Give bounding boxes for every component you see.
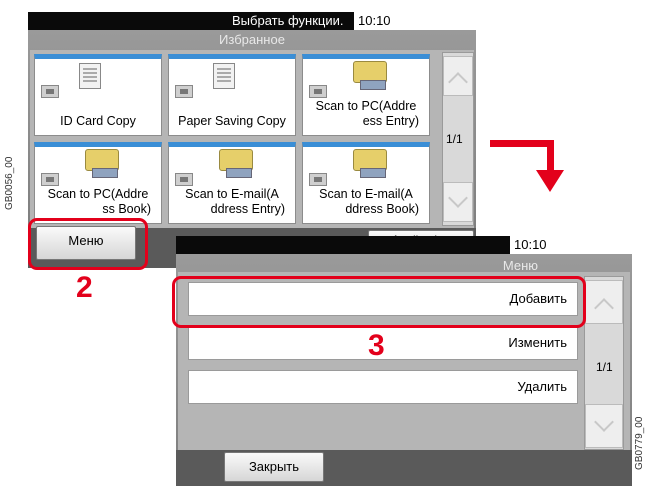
tile-scan-to-email-address-book[interactable]: Scan to E-mail(A ddress Book) (302, 142, 430, 224)
chevron-up-icon (448, 72, 468, 92)
tile-label: Scan to PC(Addre ss Book) (47, 187, 151, 216)
menu-item-delete[interactable]: Удалить (188, 370, 578, 404)
tile-label: Scan to E-mail(A ddress Book) (319, 187, 419, 216)
scan-to-email-icon (219, 149, 253, 178)
highlight-box-menu (28, 218, 148, 270)
tile-label: Scan to E-mail(A ddress Entry) (185, 187, 285, 216)
tile-label: ID Card Copy (60, 114, 136, 128)
arrow-shaft (547, 140, 554, 172)
tile-label: Scan to PC(Addre ess Entry) (315, 99, 419, 128)
document-icon (79, 63, 101, 89)
highlight-box-add (172, 276, 586, 328)
tile-scan-to-pc-address-book[interactable]: Scan to PC(Addre ss Book) (34, 142, 162, 224)
arrow-right-down-icon (490, 140, 554, 147)
tile-id-card-copy[interactable]: ID Card Copy (34, 54, 162, 136)
scan-to-email-icon (353, 149, 387, 178)
scroll-up-button[interactable] (585, 280, 623, 324)
step-number: 3 (368, 329, 385, 362)
clock: 10:10 (514, 237, 547, 252)
tile-paper-saving-copy[interactable]: Paper Saving Copy (168, 54, 296, 136)
chevron-down-icon (448, 188, 468, 208)
panel-title: Меню (502, 258, 538, 273)
panel-title: Избранное (219, 32, 285, 47)
chevron-up-icon (594, 298, 614, 318)
arrow-head (536, 170, 564, 192)
page-indicator: 1/1 (446, 132, 463, 146)
tile-scan-to-pc-address-entry[interactable]: Scan to PC(Addre ess Entry) (302, 54, 430, 136)
status-message: Выбрать функции. (232, 13, 344, 28)
copier-icon (175, 85, 193, 98)
scanner-icon (41, 173, 59, 186)
scan-to-pc-icon (85, 149, 119, 178)
scan-to-pc-icon (353, 61, 387, 90)
scanner-icon (309, 85, 327, 98)
image-id: GB0779_00 (634, 416, 645, 470)
scroll-up-button[interactable] (443, 56, 473, 96)
tile-label: Paper Saving Copy (178, 114, 286, 128)
scanner-icon (175, 173, 193, 186)
scanner-icon (309, 173, 327, 186)
copier-icon (41, 85, 59, 98)
scroll-down-button[interactable] (585, 404, 623, 448)
document-icon (213, 63, 235, 89)
tile-scan-to-email-address-entry[interactable]: Scan to E-mail(A ddress Entry) (168, 142, 296, 224)
page-indicator: 1/1 (596, 360, 613, 374)
close-button[interactable]: Закрыть (224, 452, 324, 482)
chevron-down-icon (594, 412, 614, 432)
scroll-down-button[interactable] (443, 182, 473, 222)
step-number: 2 (76, 271, 93, 304)
clock: 10:10 (358, 13, 391, 28)
image-id: GB0056_00 (4, 156, 15, 210)
